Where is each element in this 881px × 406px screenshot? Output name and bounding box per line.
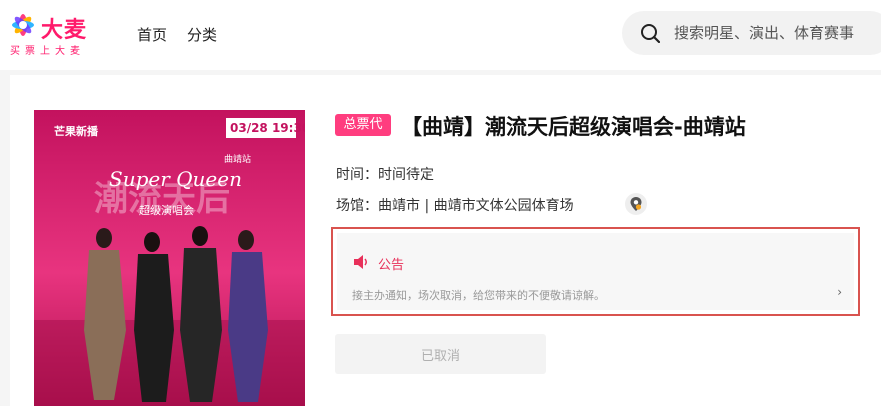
poster-subtitle: 超级演唱会 [139, 203, 194, 217]
event-time-row: 时间：时间待定 [336, 164, 434, 184]
time-value: 时间待定 [378, 167, 434, 183]
venue-value: 曲靖市 | 曲靖市文体公园体育场 [378, 198, 574, 214]
search-icon[interactable] [640, 23, 660, 43]
announcement-content: 公告 接主办通知，场次取消，给您带来的不便敬请谅解。 › [337, 233, 854, 310]
event-poster[interactable]: 芒果新播 03/28 19:30 曲靖站 Super Queen 潮流天后 超级… [34, 110, 305, 406]
poster-corner-text: 芒果新播 [54, 124, 99, 138]
cancelled-button[interactable]: 已取消 [335, 334, 546, 374]
nav-home[interactable]: 首页 [137, 24, 167, 45]
ticket-agent-badge: 总票代 [335, 114, 391, 136]
venue-label: 场馆： [336, 198, 378, 214]
time-label: 时间： [336, 167, 378, 183]
logo-flower-icon [12, 14, 34, 36]
event-venue-row: 场馆：曲靖市 | 曲靖市文体公园体育场 [336, 195, 574, 215]
logo-title: 大麦 [41, 18, 88, 43]
map-pin-icon[interactable] [625, 193, 647, 215]
poster-image: 芒果新播 03/28 19:30 曲靖站 Super Queen 潮流天后 超级… [34, 110, 305, 406]
search-bar[interactable] [622, 11, 881, 55]
announcement-label: 公告 [378, 258, 405, 273]
poster-city: 曲靖站 [224, 153, 251, 165]
search-input[interactable] [674, 11, 881, 55]
announcement-text: 接主办通知，场次取消，给您带来的不便敬请谅解。 [352, 289, 605, 302]
logo-subtitle: 买票上大麦 [10, 46, 85, 57]
announcement-box[interactable]: 公告 接主办通知，场次取消，给您带来的不便敬请谅解。 › [331, 227, 860, 316]
nav-category[interactable]: 分类 [187, 24, 217, 45]
poster-date: 03/28 19:30 [230, 121, 305, 135]
speaker-icon [354, 255, 367, 269]
damai-logo[interactable]: 大麦 买票上大麦 [8, 10, 100, 58]
chevron-right-icon[interactable]: › [837, 285, 842, 299]
event-title: 【曲靖】潮流天后超级演唱会-曲靖站 [401, 115, 746, 139]
top-header: 大麦 买票上大麦 首页 分类 [0, 0, 881, 70]
